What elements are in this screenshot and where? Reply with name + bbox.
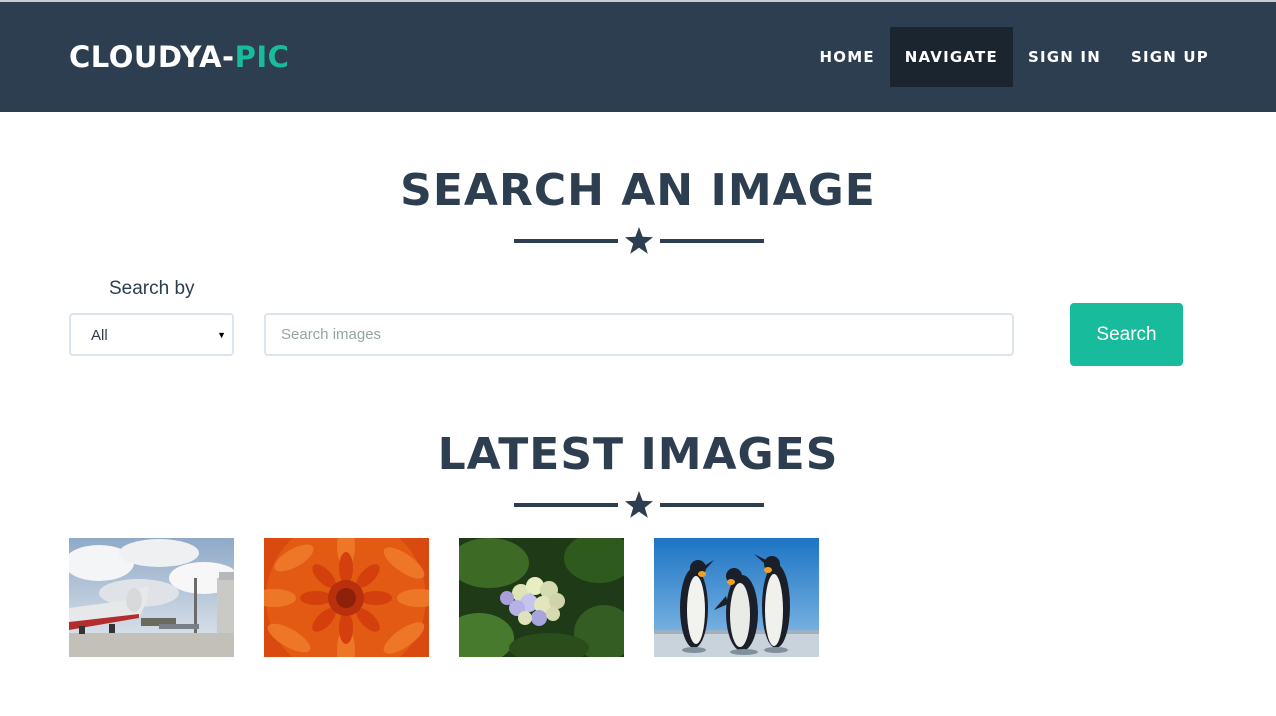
star-icon xyxy=(625,491,653,518)
flower-image xyxy=(264,538,429,657)
navbar: CLOUDYA-PIC HOME NAVIGATE SIGN IN SIGN U… xyxy=(0,2,1276,112)
nav-sign-up[interactable]: SIGN UP xyxy=(1116,27,1224,87)
brand-main: CLOUDYA- xyxy=(69,40,235,74)
search-button[interactable]: Search xyxy=(1070,303,1183,366)
divider-line-left xyxy=(514,239,618,243)
airplane-image xyxy=(69,538,234,657)
image-thumbnail-airplane[interactable] xyxy=(69,538,234,657)
search-by-select[interactable]: All ▼ xyxy=(69,313,234,356)
nav-navigate[interactable]: NAVIGATE xyxy=(889,27,1013,87)
title-divider xyxy=(514,226,764,256)
image-thumbnail-flower[interactable] xyxy=(264,538,429,657)
divider-line-left xyxy=(514,503,618,507)
caret-down-icon: ▼ xyxy=(217,330,226,340)
divider-line-right xyxy=(660,239,764,243)
search-section-title: SEARCH AN IMAGE xyxy=(400,165,876,216)
penguins-image xyxy=(654,538,819,657)
hydrangea-image xyxy=(459,538,624,657)
latest-section-title: LATEST IMAGES xyxy=(437,429,839,480)
nav-sign-in[interactable]: SIGN IN xyxy=(1013,27,1116,87)
title-divider xyxy=(514,490,764,520)
image-thumbnail-hydrangea[interactable] xyxy=(459,538,624,657)
select-value: All xyxy=(91,327,108,344)
brand-logo[interactable]: CLOUDYA-PIC xyxy=(69,40,289,74)
nav-home[interactable]: HOME xyxy=(804,27,889,87)
divider-line-right xyxy=(660,503,764,507)
latest-images-grid xyxy=(69,538,819,657)
main-nav: HOME NAVIGATE SIGN IN SIGN UP xyxy=(804,27,1224,87)
search-input[interactable] xyxy=(264,313,1014,356)
search-by-label: Search by xyxy=(109,278,195,299)
image-thumbnail-penguins[interactable] xyxy=(654,538,819,657)
star-icon xyxy=(625,227,653,254)
brand-accent: PIC xyxy=(234,40,290,74)
